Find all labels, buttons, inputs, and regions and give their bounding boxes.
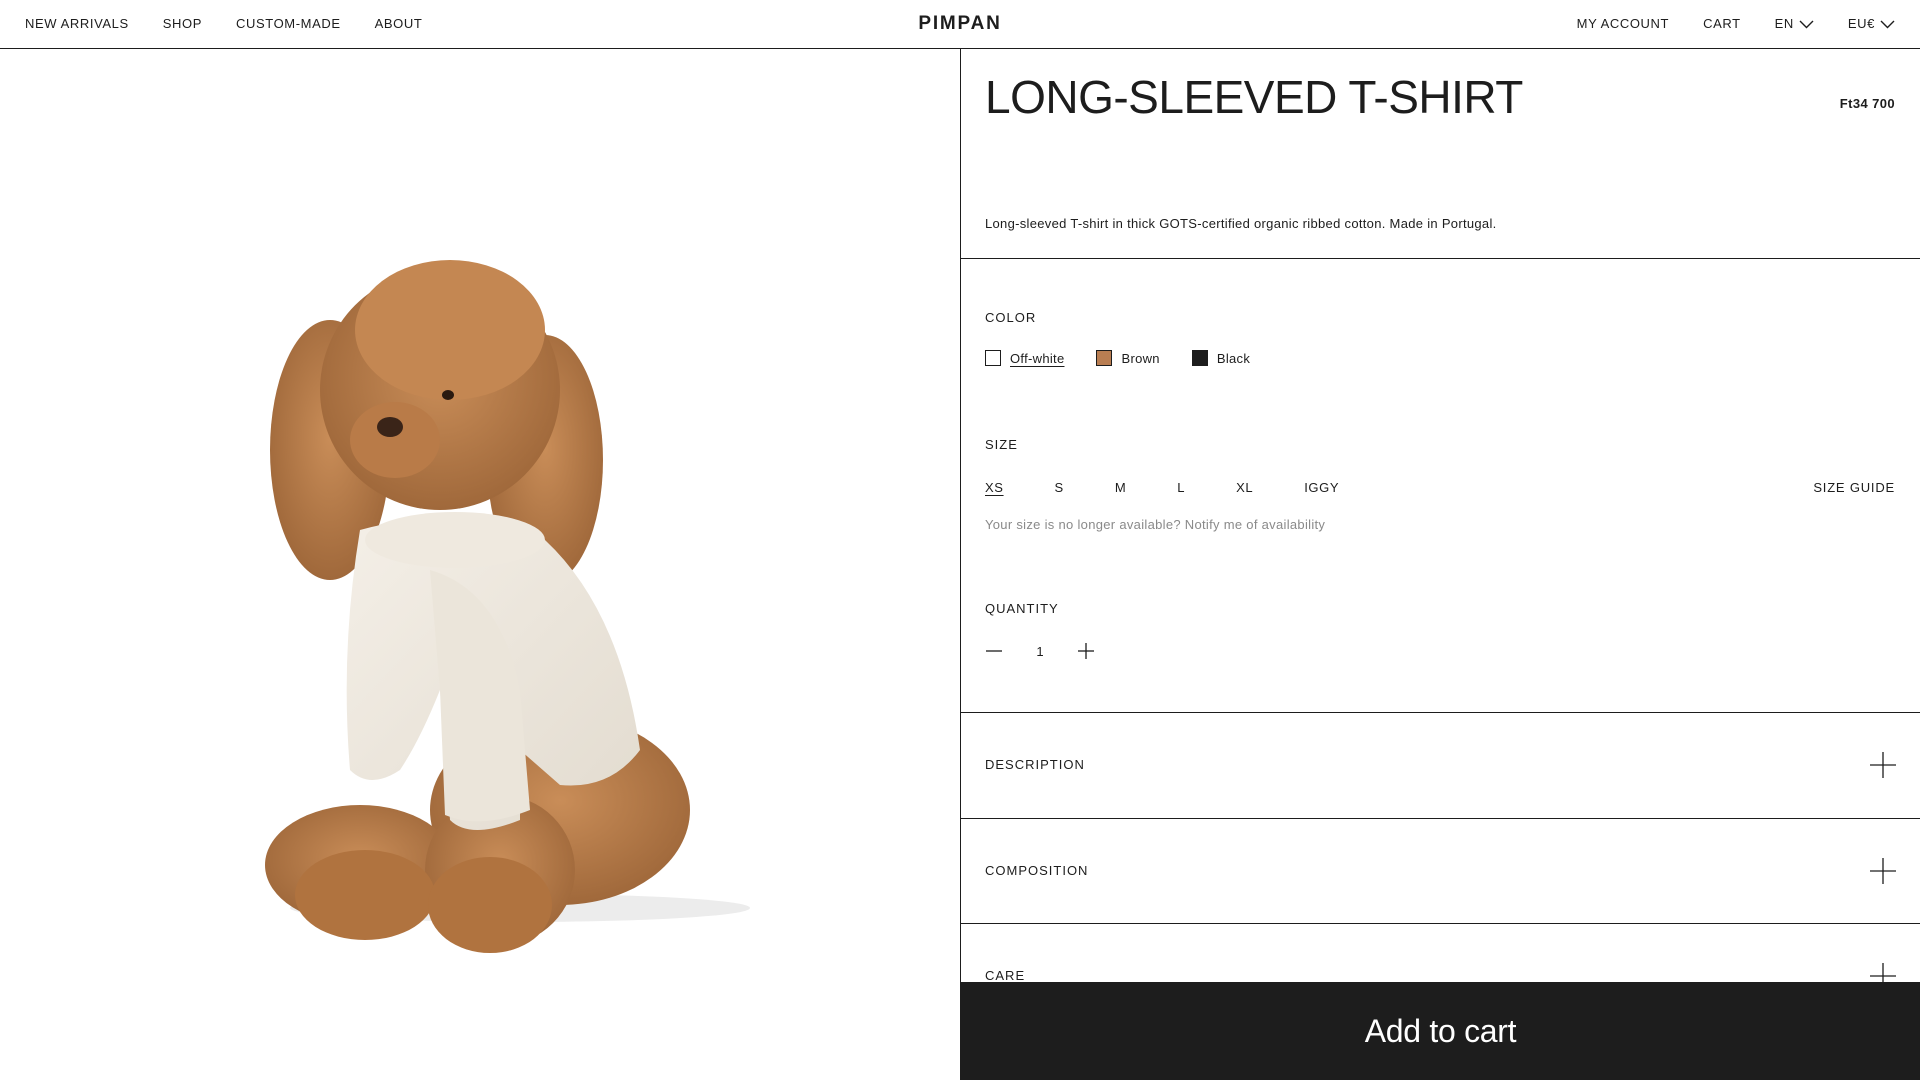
accordion-label: CARE <box>985 968 1026 983</box>
nav-new-arrivals[interactable]: NEW ARRIVALS <box>25 16 129 31</box>
quantity-stepper: 1 <box>985 642 1095 660</box>
chevron-down-icon <box>1799 20 1814 28</box>
account-nav: MY ACCOUNT CART EN EU€ <box>1577 16 1895 31</box>
notify-availability-link[interactable]: Your size is no longer available? Notify… <box>985 517 1325 532</box>
accordion-label: COMPOSITION <box>985 863 1089 878</box>
quantity-value: 1 <box>1036 643 1044 659</box>
color-label: COLOR <box>985 310 1037 325</box>
nav-about[interactable]: ABOUT <box>375 16 423 31</box>
product-title: LONG-SLEEVED T-SHIRT <box>985 71 1523 123</box>
nav-custom-made[interactable]: CUSTOM-MADE <box>236 16 341 31</box>
decrease-quantity-button[interactable] <box>985 642 1003 660</box>
size-option-iggy[interactable]: IGGY <box>1304 480 1339 495</box>
size-option-xs[interactable]: XS <box>985 480 1004 495</box>
size-option-s[interactable]: S <box>1055 480 1064 495</box>
size-guide-link[interactable]: SIZE GUIDE <box>1813 480 1895 495</box>
cart-link[interactable]: CART <box>1703 16 1741 31</box>
add-to-cart-button[interactable]: Add to cart <box>961 982 1920 1080</box>
size-options: XS S M L XL IGGY <box>985 480 1390 495</box>
divider <box>961 258 1920 259</box>
site-logo[interactable]: PIMPAN <box>918 13 1001 35</box>
size-option-m[interactable]: M <box>1115 480 1126 495</box>
primary-nav: NEW ARRIVALS SHOP CUSTOM-MADE ABOUT <box>25 16 422 31</box>
product-short-description: Long-sleeved T-shirt in thick GOTS-certi… <box>985 216 1497 231</box>
plus-icon <box>1870 752 1896 778</box>
minus-icon <box>986 650 1002 652</box>
language-selector[interactable]: EN <box>1775 16 1814 31</box>
increase-quantity-button[interactable] <box>1077 642 1095 660</box>
plus-icon <box>1870 858 1896 884</box>
size-option-l[interactable]: L <box>1177 480 1185 495</box>
accordion-label: DESCRIPTION <box>985 757 1085 772</box>
color-option-brown[interactable]: Brown <box>1096 350 1160 366</box>
top-navigation-bar: NEW ARRIVALS SHOP CUSTOM-MADE ABOUT PIMP… <box>0 0 1920 49</box>
color-option-off-white[interactable]: Off-white <box>985 350 1064 366</box>
language-value: EN <box>1774 16 1794 31</box>
color-option-label: Brown <box>1121 350 1160 366</box>
swatch-brown <box>1096 350 1113 366</box>
nav-shop[interactable]: SHOP <box>163 16 202 31</box>
swatch-off-white <box>985 350 1001 366</box>
plus-icon <box>1078 643 1094 659</box>
color-option-black[interactable]: Black <box>1191 350 1251 366</box>
size-option-xl[interactable]: XL <box>1236 480 1253 495</box>
product-image <box>0 50 960 1080</box>
my-account-link[interactable]: MY ACCOUNT <box>1577 16 1669 31</box>
swatch-black <box>1191 350 1208 366</box>
color-option-label: Off-white <box>1010 350 1065 366</box>
chevron-down-icon <box>1880 20 1895 28</box>
quantity-label: QUANTITY <box>985 601 1059 616</box>
dog-wearing-tshirt-image <box>265 260 750 953</box>
product-details-panel: LONG-SLEEVED T-SHIRT Ft34 700 Long-sleev… <box>961 50 1920 1080</box>
accordion-description[interactable]: DESCRIPTION <box>961 713 1920 818</box>
currency-value: EU€ <box>1847 16 1875 31</box>
color-option-label: Black <box>1216 350 1251 366</box>
currency-selector[interactable]: EU€ <box>1848 16 1895 31</box>
product-price: Ft34 700 <box>1839 96 1895 111</box>
color-options: Off-white Brown Black <box>985 350 1250 366</box>
size-label: SIZE <box>985 437 1018 452</box>
accordion-composition[interactable]: COMPOSITION <box>961 819 1920 924</box>
